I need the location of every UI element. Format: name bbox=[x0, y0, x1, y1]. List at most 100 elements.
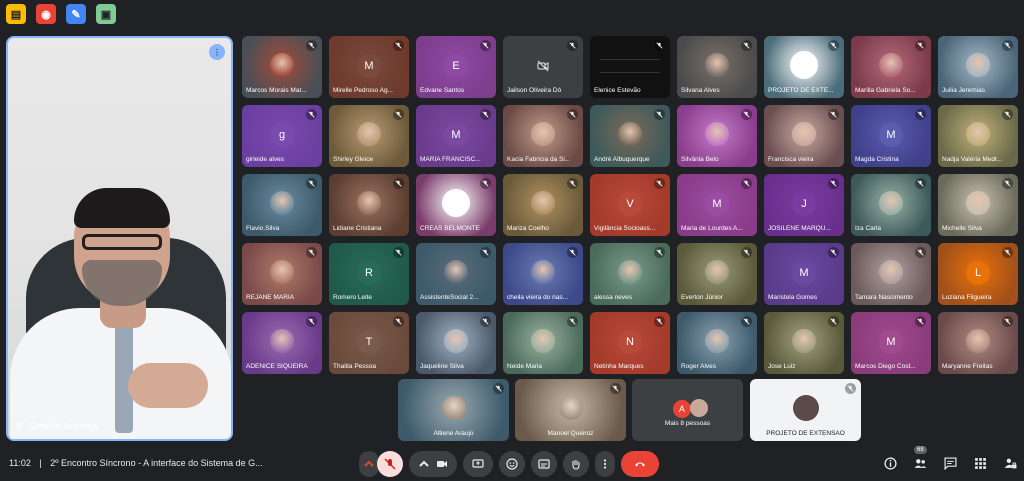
participant-tile[interactable]: Roger Alves bbox=[677, 312, 757, 374]
participant-photo bbox=[705, 121, 729, 146]
participant-count: 68 bbox=[914, 446, 927, 454]
participant-tile[interactable]: Neide Maria bbox=[503, 312, 583, 374]
participant-tile[interactable]: Silvânia Belo bbox=[677, 105, 757, 167]
participant-tile[interactable]: Tamara Nascimento bbox=[851, 243, 931, 305]
participant-initial: J bbox=[792, 191, 816, 216]
participant-name: Marcos Diego Cost... bbox=[855, 363, 916, 370]
participant-tile[interactable]: alessa neves bbox=[590, 243, 670, 305]
participant-name: Michelle Silva bbox=[942, 225, 982, 232]
participant-tile[interactable]: Marilla Gabriela So... bbox=[851, 36, 931, 98]
pin-icon: ⚲ bbox=[16, 420, 23, 430]
participant-name: Everton Júnior bbox=[681, 294, 723, 301]
participant-tile[interactable]: AssistenteSocial 2... bbox=[416, 243, 496, 305]
participant-tile[interactable]: g girleide alves bbox=[242, 105, 322, 167]
record-extension-icon[interactable]: ◉ bbox=[36, 4, 56, 24]
participant-tile[interactable]: Francisca vieira bbox=[764, 105, 844, 167]
participant-tile[interactable]: Jaqueline Silva bbox=[416, 312, 496, 374]
docs-extension-icon[interactable]: ✎ bbox=[66, 4, 86, 24]
participant-tile[interactable]: Everton Júnior bbox=[677, 243, 757, 305]
participant-name: Roger Alves bbox=[681, 363, 717, 370]
participant-tile[interactable]: CREAS BELMONTE bbox=[416, 174, 496, 236]
captions-button[interactable] bbox=[531, 451, 557, 477]
microphone-button[interactable] bbox=[377, 451, 403, 477]
notes-extension-icon[interactable]: ▤ bbox=[6, 4, 26, 24]
muted-indicator bbox=[567, 316, 578, 327]
participant-name: MARIA FRANCISC... bbox=[420, 156, 481, 163]
camera-button[interactable] bbox=[409, 451, 457, 477]
mic-off-icon bbox=[656, 249, 663, 256]
mic-off-icon bbox=[1004, 42, 1011, 49]
participant-tile[interactable]: PROJETO DE EXTE... bbox=[764, 36, 844, 98]
end-call-button[interactable] bbox=[621, 451, 659, 477]
participant-tile[interactable]: M Magda Cristina bbox=[851, 105, 931, 167]
mic-off-icon bbox=[917, 42, 924, 49]
participant-tile[interactable]: Iza Carla bbox=[851, 174, 931, 236]
present-screen-button[interactable] bbox=[463, 451, 493, 477]
participant-photo bbox=[270, 328, 294, 353]
participant-tile[interactable]: Marcos Morais Mar... bbox=[242, 36, 322, 98]
host-controls-button[interactable] bbox=[1002, 455, 1018, 471]
meeting-details-button[interactable] bbox=[882, 455, 898, 471]
participant-tile[interactable]: Jailson Oliveira Dó bbox=[503, 36, 583, 98]
participant-initial: L bbox=[966, 260, 990, 285]
participant-name: Jaqueline Silva bbox=[420, 363, 464, 370]
participant-tile[interactable]: Shirley Gleice bbox=[329, 105, 409, 167]
participant-tile[interactable]: Flavio.Silva bbox=[242, 174, 322, 236]
participant-tile[interactable]: PROJETO DE EXTENSÃO bbox=[750, 379, 861, 441]
participant-tile[interactable]: cheila vieira do nas... bbox=[503, 243, 583, 305]
devices-extension-icon[interactable]: ▣ bbox=[96, 4, 116, 24]
participant-tile[interactable]: M Marcos Diego Cost... bbox=[851, 312, 931, 374]
participant-tile[interactable]: Elenice Estevão bbox=[590, 36, 670, 98]
participant-name: Netinha Marques bbox=[594, 363, 644, 370]
mic-off-icon bbox=[917, 318, 924, 325]
participant-tile[interactable]: REJANE MARIA bbox=[242, 243, 322, 305]
speaker-tile[interactable]: ⋮ ⚲ Geraldo Nóbrega bbox=[6, 36, 233, 441]
more-options-button[interactable] bbox=[595, 451, 615, 477]
participant-tile[interactable]: ADENICE SIQUEIRA bbox=[242, 312, 322, 374]
chat-button[interactable] bbox=[942, 455, 958, 471]
participant-tile[interactable]: M Maria de Lourdes A... bbox=[677, 174, 757, 236]
participant-tile[interactable]: Juilia Jeremias bbox=[938, 36, 1018, 98]
participant-tile[interactable]: Mariza Coelho bbox=[503, 174, 583, 236]
participant-tile[interactable]: V Vigilância Socioass... bbox=[590, 174, 670, 236]
participant-tile[interactable]: N Netinha Marques bbox=[590, 312, 670, 374]
participant-tile[interactable]: L Luziana Filgueira bbox=[938, 243, 1018, 305]
participant-tile[interactable]: Manoel Queiroz bbox=[515, 379, 626, 441]
participant-tile[interactable]: J JOSILENE MARQU... bbox=[764, 174, 844, 236]
participant-tile[interactable]: Michelle Silva bbox=[938, 174, 1018, 236]
participant-photo bbox=[270, 259, 294, 284]
more-participants-tile[interactable]: A Mais 8 pessoas bbox=[632, 379, 743, 441]
participant-name: Juilia Jeremias bbox=[942, 87, 985, 94]
mic-off-icon bbox=[830, 180, 837, 187]
participant-tile[interactable]: E Edvane Santos bbox=[416, 36, 496, 98]
participant-tile[interactable]: André Albuquerque bbox=[590, 105, 670, 167]
participant-tile[interactable]: Nadja Valéria Medr... bbox=[938, 105, 1018, 167]
participant-tile[interactable]: Lidiane Cristiana bbox=[329, 174, 409, 236]
participant-tile[interactable]: Silvana Alves bbox=[677, 36, 757, 98]
participant-tile[interactable]: R Romero Leite bbox=[329, 243, 409, 305]
participant-name: ADENICE SIQUEIRA bbox=[246, 363, 308, 370]
raise-hand-button[interactable] bbox=[563, 451, 589, 477]
mic-options-button[interactable] bbox=[359, 451, 379, 477]
participant-name: Maryanne Freitas bbox=[942, 363, 993, 370]
participant-tile[interactable]: M MARIA FRANCISC... bbox=[416, 105, 496, 167]
participant-tile[interactable]: T Thalita Pessoa bbox=[329, 312, 409, 374]
mic-off-icon bbox=[656, 111, 663, 118]
participant-photo bbox=[689, 398, 708, 417]
participant-name: PROJETO DE EXTENSÃO bbox=[766, 430, 845, 437]
muted-indicator bbox=[654, 316, 665, 327]
muted-indicator bbox=[567, 247, 578, 258]
participant-tile[interactable]: M Maristela Gomes bbox=[764, 243, 844, 305]
muted-indicator bbox=[480, 178, 491, 189]
activities-button[interactable] bbox=[972, 455, 988, 471]
people-button[interactable]: 68 bbox=[912, 446, 928, 471]
reactions-button[interactable] bbox=[499, 451, 525, 477]
participant-tile[interactable]: Kacia Fabricia da Si... bbox=[503, 105, 583, 167]
participant-tile[interactable]: Jose Luiz bbox=[764, 312, 844, 374]
participant-tile[interactable]: Maryanne Freitas bbox=[938, 312, 1018, 374]
participant-initial: M bbox=[705, 191, 729, 216]
participant-name: PROJETO DE EXTE... bbox=[768, 87, 834, 94]
participant-tile[interactable]: Altiene Araujo bbox=[398, 379, 509, 441]
muted-indicator bbox=[393, 109, 404, 120]
participant-tile[interactable]: M Mirelle Pedroso Ag... bbox=[329, 36, 409, 98]
